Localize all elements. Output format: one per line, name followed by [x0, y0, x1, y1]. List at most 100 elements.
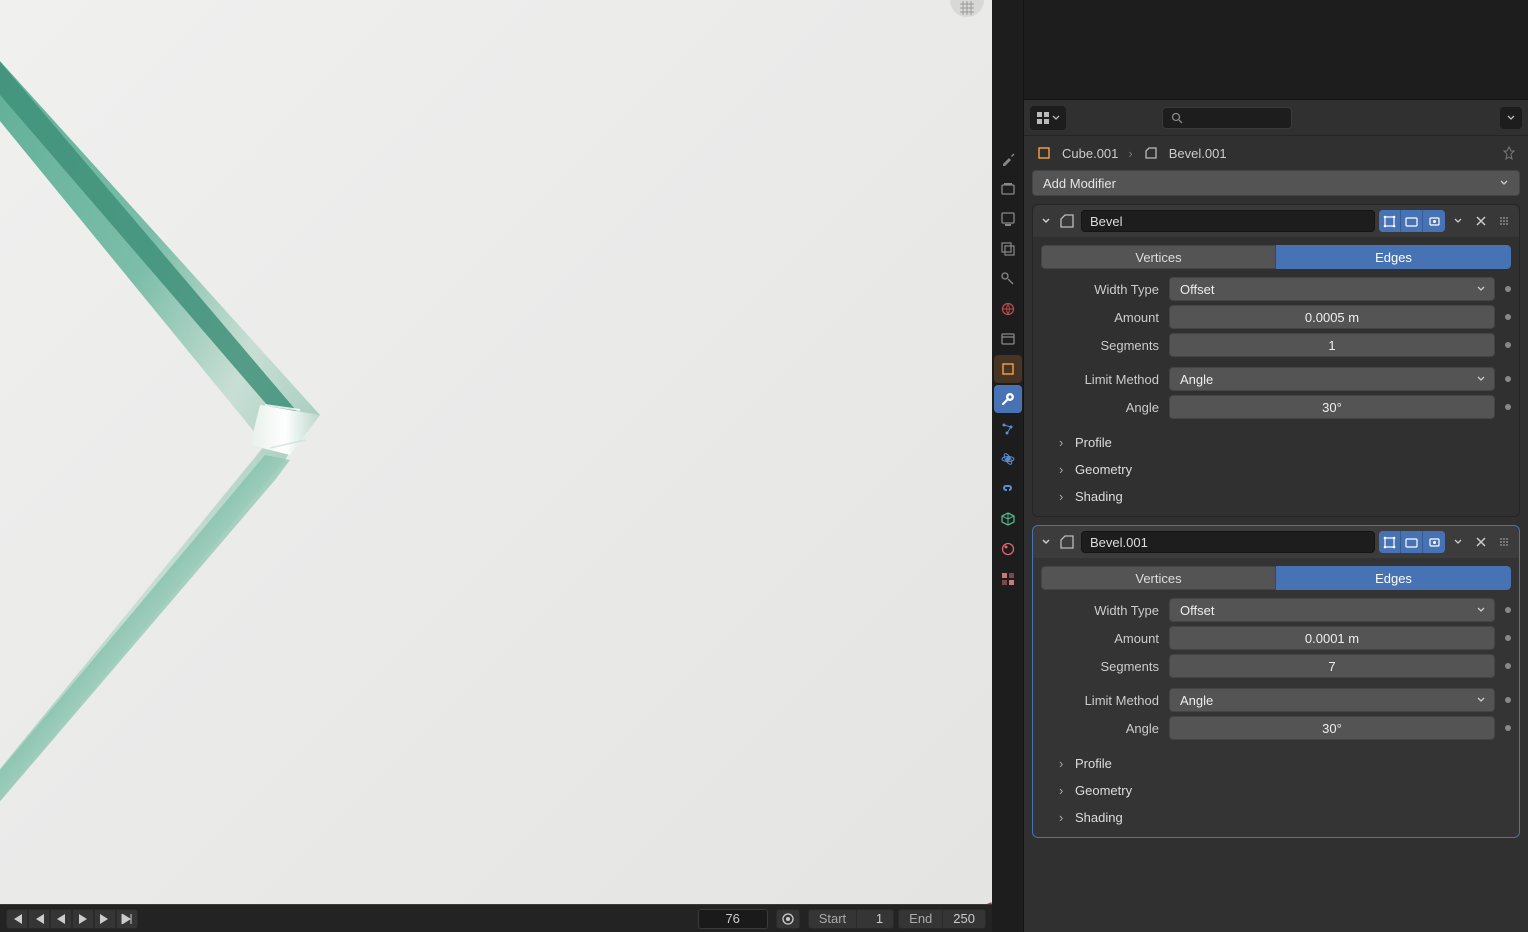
search-icon: [1171, 112, 1183, 124]
profile-subsection-toggle[interactable]: ›Profile: [1059, 429, 1511, 456]
output-tab-icon[interactable]: [994, 205, 1022, 233]
keyframe-dot-icon[interactable]: [1505, 376, 1511, 382]
app-root: 76 Start 1 End 250: [0, 0, 1528, 932]
properties-header: [1024, 100, 1528, 136]
segments-field[interactable]: 1: [1169, 333, 1495, 357]
modifier-tab-icon[interactable]: [994, 385, 1022, 413]
modifier-display-toggles: [1379, 531, 1445, 553]
auto-keying-button[interactable]: [776, 909, 800, 929]
physics-tab-icon[interactable]: [994, 445, 1022, 473]
options-dropdown-button[interactable]: [1500, 107, 1522, 129]
show-editmode-toggle[interactable]: [1379, 531, 1401, 553]
collapse-toggle-icon[interactable]: [1039, 537, 1053, 547]
floor-grid-icon[interactable]: [950, 0, 984, 17]
start-frame-field[interactable]: 1: [856, 909, 894, 929]
modifier-extras-dropdown[interactable]: [1449, 210, 1467, 232]
editor-type-dropdown[interactable]: [1030, 106, 1066, 130]
drag-handle-icon[interactable]: [1495, 215, 1513, 227]
properties-region: Cube.001 › Bevel.001 Add Modifier: [992, 0, 1528, 932]
scene-tab-icon[interactable]: [994, 265, 1022, 293]
object-icon: [1036, 145, 1052, 161]
shading-subsection-toggle[interactable]: ›Shading: [1059, 483, 1511, 510]
show-editmode-toggle[interactable]: [1379, 210, 1401, 232]
constraint-tab-icon[interactable]: [994, 475, 1022, 503]
shading-subsection-toggle[interactable]: ›Shading: [1059, 804, 1511, 831]
bevel-mode-segmented: Vertices Edges: [1041, 566, 1511, 590]
jump-start-button[interactable]: [6, 909, 28, 929]
bevel-icon: [1057, 532, 1077, 552]
segments-label: Segments: [1041, 338, 1159, 353]
keyframe-dot-icon[interactable]: [1505, 342, 1511, 348]
width-type-label: Width Type: [1041, 603, 1159, 618]
delete-modifier-button[interactable]: [1471, 211, 1491, 231]
collapse-toggle-icon[interactable]: [1039, 216, 1053, 226]
jump-end-button[interactable]: [116, 909, 138, 929]
geometry-subsection-toggle[interactable]: ›Geometry: [1059, 777, 1511, 804]
rendered-object-glass: [0, 0, 400, 870]
keyframe-dot-icon[interactable]: [1505, 607, 1511, 613]
render-tab-icon[interactable]: [994, 175, 1022, 203]
amount-field[interactable]: 0.0005 m: [1169, 305, 1495, 329]
play-reverse-button[interactable]: [50, 909, 72, 929]
limit-method-dropdown[interactable]: Angle: [1169, 688, 1495, 712]
x-axis-line: [623, 902, 992, 904]
width-type-dropdown[interactable]: Offset: [1169, 598, 1495, 622]
object-tab-icon[interactable]: [994, 355, 1022, 383]
properties-panel: Cube.001 › Bevel.001 Add Modifier: [1024, 0, 1528, 932]
keyframe-dot-icon[interactable]: [1505, 286, 1511, 292]
playback-controls: [6, 909, 138, 929]
modifier-name-field[interactable]: Bevel: [1081, 210, 1375, 232]
end-frame-field[interactable]: 250: [942, 909, 986, 929]
modifier-extras-dropdown[interactable]: [1449, 531, 1467, 553]
keyframe-dot-icon[interactable]: [1505, 314, 1511, 320]
profile-subsection-toggle[interactable]: ›Profile: [1059, 750, 1511, 777]
angle-field[interactable]: 30°: [1169, 395, 1495, 419]
breadcrumb-modifier[interactable]: Bevel.001: [1169, 146, 1227, 161]
angle-label: Angle: [1041, 721, 1159, 736]
geometry-subsection-toggle[interactable]: ›Geometry: [1059, 456, 1511, 483]
delete-modifier-button[interactable]: [1471, 532, 1491, 552]
material-tab-icon[interactable]: [994, 535, 1022, 563]
viewlayer-tab-icon[interactable]: [994, 235, 1022, 263]
show-viewport-toggle[interactable]: [1401, 531, 1423, 553]
particle-tab-icon[interactable]: [994, 415, 1022, 443]
keyframe-dot-icon[interactable]: [1505, 635, 1511, 641]
limit-method-dropdown[interactable]: Angle: [1169, 367, 1495, 391]
start-frame-label: Start: [808, 909, 856, 929]
show-viewport-toggle[interactable]: [1401, 210, 1423, 232]
modifier-name-field[interactable]: Bevel.001: [1081, 531, 1375, 553]
keyframe-dot-icon[interactable]: [1505, 725, 1511, 731]
modifier-panel-bevel: Bevel Vertices Edges: [1032, 204, 1520, 517]
keyframe-dot-icon[interactable]: [1505, 404, 1511, 410]
show-render-toggle[interactable]: [1423, 210, 1445, 232]
properties-search-input[interactable]: [1162, 107, 1292, 129]
modifier-header: Bevel.001: [1033, 526, 1519, 558]
collection-tab-icon[interactable]: [994, 325, 1022, 353]
vertices-mode-button[interactable]: Vertices: [1041, 566, 1276, 590]
angle-field[interactable]: 30°: [1169, 716, 1495, 740]
breadcrumb-object[interactable]: Cube.001: [1062, 146, 1118, 161]
width-type-dropdown[interactable]: Offset: [1169, 277, 1495, 301]
keyframe-dot-icon[interactable]: [1505, 663, 1511, 669]
texture-tab-icon[interactable]: [994, 565, 1022, 593]
edges-mode-button[interactable]: Edges: [1276, 245, 1511, 269]
timeline-bar: 76 Start 1 End 250: [0, 904, 992, 932]
modifier-panel-bevel001: Bevel.001 Vertices Edges: [1032, 525, 1520, 838]
add-modifier-dropdown[interactable]: Add Modifier: [1032, 170, 1520, 196]
current-frame-field[interactable]: 76: [698, 909, 768, 929]
3d-viewport[interactable]: [0, 0, 992, 904]
tool-tab-icon[interactable]: [994, 145, 1022, 173]
segments-field[interactable]: 7: [1169, 654, 1495, 678]
keyframe-prev-button[interactable]: [28, 909, 50, 929]
data-tab-icon[interactable]: [994, 505, 1022, 533]
amount-field[interactable]: 0.0001 m: [1169, 626, 1495, 650]
pin-icon[interactable]: [1502, 146, 1516, 160]
world-tab-icon[interactable]: [994, 295, 1022, 323]
play-forward-button[interactable]: [72, 909, 94, 929]
keyframe-next-button[interactable]: [94, 909, 116, 929]
keyframe-dot-icon[interactable]: [1505, 697, 1511, 703]
show-render-toggle[interactable]: [1423, 531, 1445, 553]
vertices-mode-button[interactable]: Vertices: [1041, 245, 1276, 269]
edges-mode-button[interactable]: Edges: [1276, 566, 1511, 590]
drag-handle-icon[interactable]: [1495, 536, 1513, 548]
